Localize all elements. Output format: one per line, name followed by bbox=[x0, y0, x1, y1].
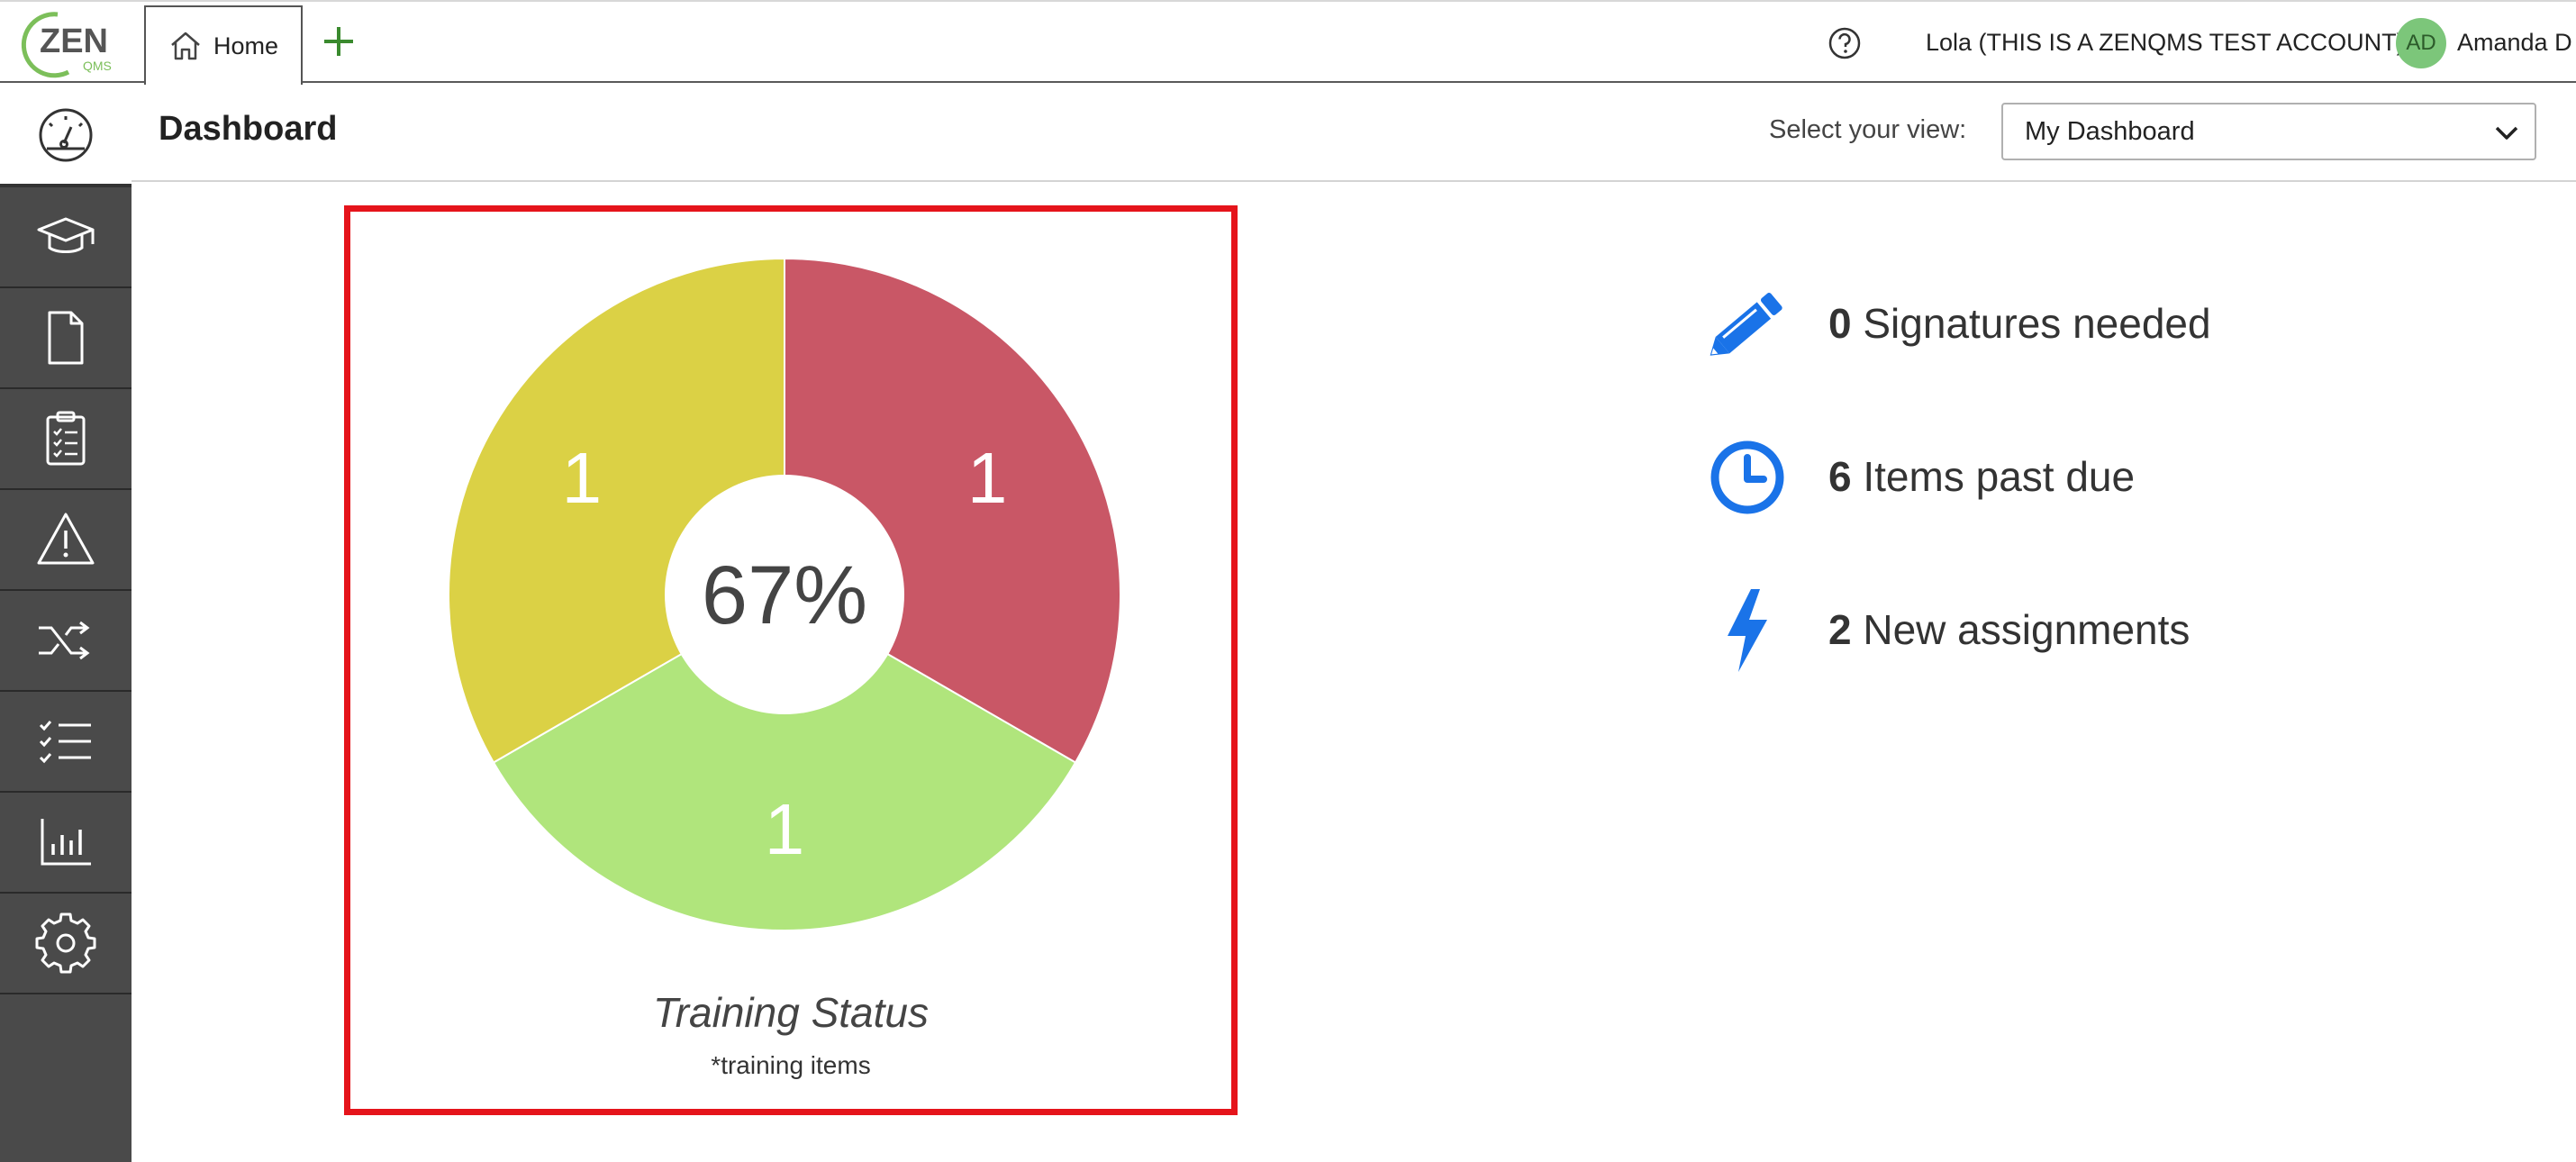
stat-new-assignments-text: 2 New assignments bbox=[1828, 605, 2190, 654]
stat-new-assignments[interactable]: 2 New assignments bbox=[1702, 586, 2423, 676]
view-select[interactable]: My Dashboard bbox=[2001, 103, 2536, 160]
sidebar-item-documents[interactable] bbox=[0, 288, 132, 389]
dashboard-icon bbox=[39, 108, 93, 162]
sidebar bbox=[0, 83, 132, 1162]
clipboard-checklist-icon bbox=[46, 411, 86, 466]
warning-icon bbox=[37, 513, 95, 565]
stat-signatures[interactable]: 0 Signatures needed bbox=[1702, 279, 2423, 369]
user-name[interactable]: Amanda D bbox=[2457, 29, 2572, 57]
training-cap-icon bbox=[37, 217, 95, 253]
stat-signatures-text: 0 Signatures needed bbox=[1828, 299, 2211, 348]
help-icon[interactable] bbox=[1827, 25, 1863, 61]
tab-home-label: Home bbox=[213, 32, 279, 59]
sidebar-item-checklists[interactable] bbox=[0, 692, 132, 793]
stat-past-due-label: Items past due bbox=[1863, 453, 2136, 500]
sidebar-item-training[interactable] bbox=[0, 187, 132, 288]
stat-past-due-count: 6 bbox=[1828, 453, 1852, 500]
slice-label: 1 bbox=[562, 438, 603, 518]
home-icon bbox=[171, 32, 200, 60]
header-divider bbox=[132, 180, 2576, 182]
stat-new-assignments-count: 2 bbox=[1828, 606, 1852, 653]
stat-past-due-text: 6 Items past due bbox=[1828, 452, 2135, 501]
view-select-value: My Dashboard bbox=[2025, 117, 2195, 146]
add-tab-icon[interactable] bbox=[321, 23, 357, 59]
avatar[interactable]: AD bbox=[2396, 18, 2446, 68]
slice-label: 1 bbox=[967, 438, 1008, 518]
slice-label: 1 bbox=[765, 789, 805, 869]
checklist-icon bbox=[39, 721, 91, 764]
bar-chart-icon bbox=[41, 819, 91, 866]
lightning-icon bbox=[1728, 589, 1767, 672]
training-status-panel[interactable]: 1 1 1 67% Training Status *training items bbox=[344, 205, 1238, 1115]
chevron-down-icon bbox=[2495, 126, 2518, 140]
clock-icon bbox=[1710, 440, 1784, 514]
shuffle-icon bbox=[39, 621, 90, 660]
stat-past-due[interactable]: 6 Items past due bbox=[1702, 432, 2423, 522]
chart-title: Training Status bbox=[653, 989, 929, 1036]
document-icon bbox=[48, 311, 84, 365]
tab-home[interactable]: Home bbox=[144, 5, 303, 85]
stat-signatures-label: Signatures needed bbox=[1863, 300, 2211, 347]
sidebar-item-tasks[interactable] bbox=[0, 389, 132, 490]
training-status-chart: 1 1 1 67% bbox=[448, 257, 1121, 931]
sidebar-item-issues[interactable] bbox=[0, 490, 132, 591]
sidebar-item-dashboard[interactable] bbox=[0, 83, 132, 187]
view-select-label: Select your view: bbox=[1769, 115, 1967, 144]
page-title: Dashboard bbox=[159, 110, 338, 148]
stat-signatures-count: 0 bbox=[1828, 300, 1852, 347]
stat-new-assignments-label: New assignments bbox=[1863, 606, 2191, 653]
sidebar-item-reports[interactable] bbox=[0, 793, 132, 894]
account-name[interactable]: Lola (THIS IS A ZENQMS TEST ACCOUNT) bbox=[1926, 29, 2405, 57]
zenqms-logo[interactable]: ZEN QMS bbox=[13, 5, 139, 81]
pencil-icon bbox=[1710, 293, 1782, 356]
donut-center-label: 67% bbox=[702, 549, 867, 641]
chart-subtitle: *training items bbox=[711, 1051, 871, 1079]
top-bar: ZEN QMS Home Lola (THIS IS A ZENQMS TEST… bbox=[0, 0, 2576, 85]
logo-text: ZEN bbox=[40, 23, 108, 60]
logo-sub: QMS bbox=[83, 59, 112, 73]
sidebar-item-workflows[interactable] bbox=[0, 591, 132, 692]
gear-icon bbox=[35, 912, 96, 974]
sidebar-item-settings[interactable] bbox=[0, 894, 132, 994]
